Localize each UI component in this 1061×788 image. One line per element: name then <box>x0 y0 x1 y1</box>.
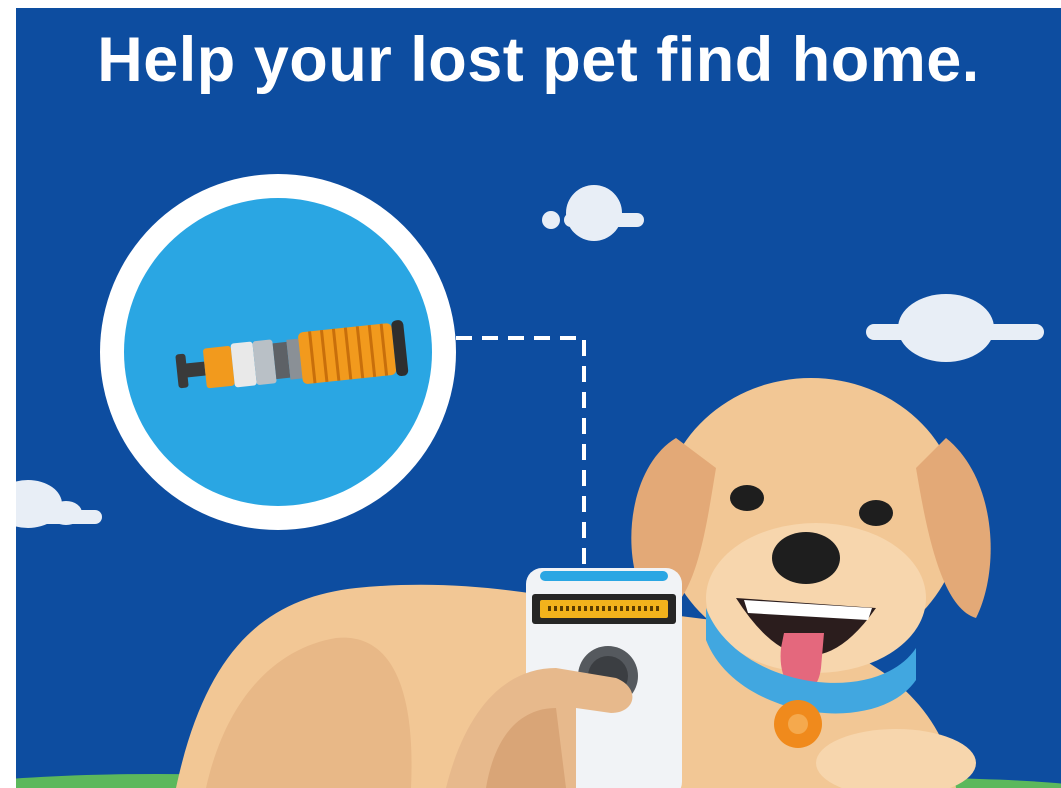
illustration <box>16 174 1061 788</box>
promo-banner: Help your lost pet find home. <box>16 8 1061 788</box>
microchip-badge <box>100 174 456 530</box>
cloud-icon <box>866 294 1044 362</box>
cloud-icon <box>16 480 102 528</box>
cloud-icon <box>542 185 644 241</box>
